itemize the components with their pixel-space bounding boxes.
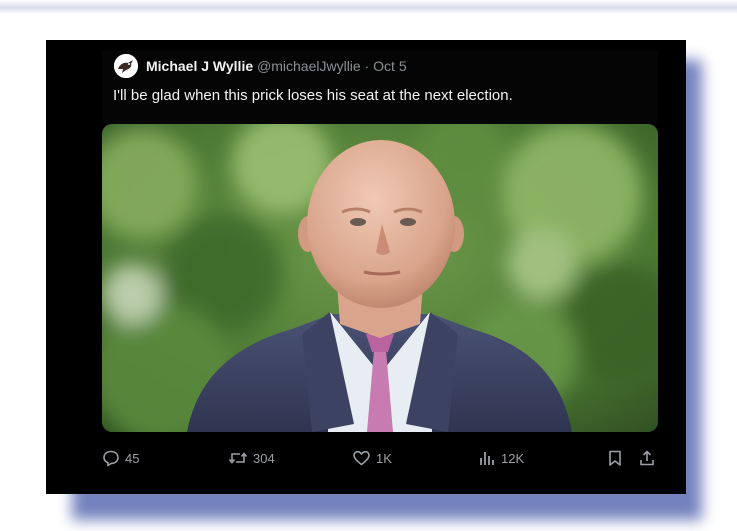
bookmark-button[interactable] <box>606 446 624 470</box>
reply-icon <box>103 450 119 467</box>
share-icon <box>640 450 654 466</box>
tweet-photo[interactable] <box>102 124 658 432</box>
user-handle[interactable]: @michaelJwyllie <box>257 58 361 74</box>
tweet-text: I'll be glad when this prick loses his s… <box>113 87 513 104</box>
views-icon <box>480 452 494 465</box>
reply-button[interactable]: 45 <box>102 446 139 470</box>
avatar[interactable] <box>114 54 138 78</box>
bird-avatar-icon <box>114 54 138 78</box>
share-button[interactable] <box>638 446 656 470</box>
photo-man-in-suit-image <box>102 124 658 432</box>
repost-count: 304 <box>253 450 275 466</box>
repost-button[interactable]: 304 <box>228 446 275 470</box>
like-icon <box>353 450 370 466</box>
views-button[interactable]: 12K <box>478 446 524 470</box>
like-button[interactable]: 1K <box>352 446 392 470</box>
tweet-date[interactable]: Oct 5 <box>373 58 406 74</box>
views-count: 12K <box>501 450 525 466</box>
repost-icon <box>228 452 248 464</box>
display-name[interactable]: Michael J Wyllie <box>146 58 253 74</box>
top-edge-strip <box>0 0 737 14</box>
separator-dot: · <box>364 58 370 74</box>
bookmark-icon <box>609 450 621 466</box>
reply-count: 45 <box>125 450 140 466</box>
like-count: 1K <box>376 450 392 466</box>
tweet-action-bar: 45 304 1K 12K <box>100 446 665 472</box>
tweet-user-row: Michael J Wyllie @michaelJwyllie · Oct 5 <box>146 57 407 75</box>
